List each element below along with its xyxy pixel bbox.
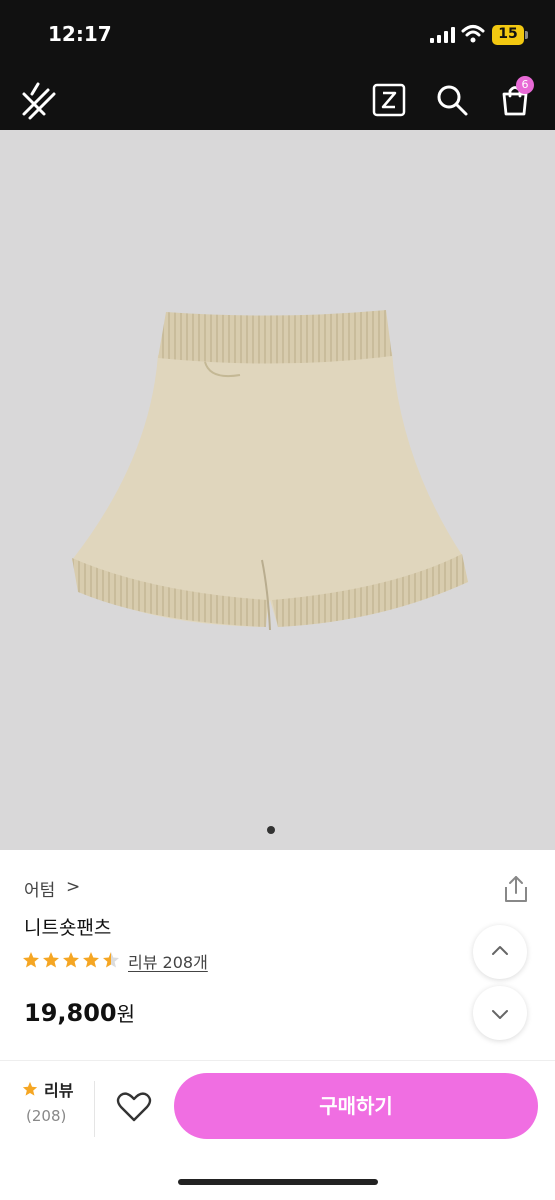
star-icon <box>22 1081 38 1096</box>
top-bar: 12:17 15 6 <box>0 0 555 130</box>
wifi-icon <box>461 25 485 43</box>
chevron-down-icon <box>492 1010 508 1019</box>
brand-link[interactable]: 어텀 <box>24 876 55 901</box>
scroll-up-button[interactable] <box>473 925 527 979</box>
app-logo-icon[interactable] <box>18 80 58 120</box>
product-info: 어텀 > 니트숏팬츠 리뷰 208개 19,800원 <box>0 850 555 1060</box>
heart-icon[interactable] <box>116 1091 152 1123</box>
status-time: 12:17 <box>48 22 112 46</box>
scroll-down-button[interactable] <box>473 986 527 1040</box>
cart-button[interactable]: 6 <box>496 76 540 120</box>
price-value: 19,800 <box>24 999 117 1027</box>
zigzag-z-icon[interactable] <box>372 83 406 117</box>
half-star-icon <box>103 952 119 968</box>
star-icon <box>63 952 79 968</box>
star-icon <box>83 952 99 968</box>
home-indicator <box>178 1179 378 1185</box>
review-count: (208) <box>26 1107 67 1125</box>
price-unit: 원 <box>116 1002 136 1026</box>
knit-shorts-image <box>72 310 468 631</box>
cart-count-badge: 6 <box>516 76 534 94</box>
product-image[interactable] <box>0 130 555 850</box>
chevron-up-icon <box>492 946 508 955</box>
bottom-action-bar: 리뷰 (208) 구매하기 <box>0 1060 555 1200</box>
review-link[interactable]: 리뷰 208개 <box>128 949 208 973</box>
carousel-dot-active[interactable] <box>267 826 275 834</box>
review-tab-label[interactable]: 리뷰 <box>44 1077 73 1101</box>
battery-indicator: 15 <box>492 25 528 45</box>
cellular-signal-icon <box>430 27 455 43</box>
star-icon <box>43 952 59 968</box>
divider <box>94 1081 95 1137</box>
search-icon[interactable] <box>434 82 470 118</box>
chevron-right-icon: > <box>66 877 81 897</box>
rating-stars <box>23 952 119 968</box>
buy-button[interactable]: 구매하기 <box>174 1073 538 1139</box>
share-icon[interactable] <box>502 874 530 904</box>
product-price: 19,800원 <box>24 998 135 1027</box>
product-title: 니트숏팬츠 <box>24 917 112 939</box>
star-icon <box>23 952 39 968</box>
battery-level: 15 <box>498 26 518 42</box>
